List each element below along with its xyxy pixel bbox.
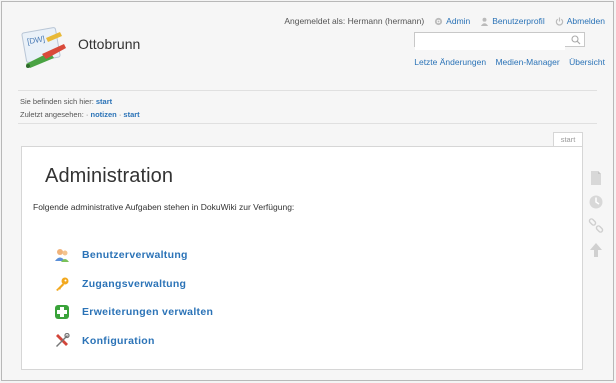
acl-manager-link[interactable]: Zugangsverwaltung xyxy=(82,278,186,290)
list-item: Zugangsverwaltung xyxy=(54,270,213,299)
list-item: Erweiterungen verwalten xyxy=(54,298,213,327)
site-title[interactable]: Ottobrunn xyxy=(78,36,140,52)
trace-link-start[interactable]: start xyxy=(123,110,139,119)
logged-in-label: Angemeldet als: Hermann (hermann) xyxy=(284,16,425,26)
user-icon xyxy=(481,17,489,26)
list-item: Konfiguration xyxy=(54,327,213,356)
search-input[interactable] xyxy=(415,37,565,50)
revisions-icon[interactable] xyxy=(588,194,604,210)
backlinks-icon[interactable] xyxy=(588,218,604,234)
page-id-tab: start xyxy=(553,132,583,146)
show-page-icon[interactable] xyxy=(588,170,604,186)
site-tools: Letzte Änderungen Medien-Manager Übersic… xyxy=(407,57,605,67)
trace-separator: · xyxy=(85,110,89,119)
recent-changes-link[interactable]: Letzte Änderungen xyxy=(414,57,486,67)
sitemap-link[interactable]: Übersicht xyxy=(569,57,605,67)
extension-manager-link[interactable]: Erweiterungen verwalten xyxy=(82,306,213,318)
trace-label: Zuletzt angesehen: xyxy=(20,110,84,119)
media-manager-link[interactable]: Medien-Manager xyxy=(495,57,559,67)
location-label: Sie befinden sich hier: xyxy=(20,97,94,106)
search-box[interactable] xyxy=(414,32,585,50)
user-manager-link[interactable]: Benutzerverwaltung xyxy=(82,249,188,261)
header-divider xyxy=(18,90,597,91)
trace: Zuletzt angesehen: · notizen · start xyxy=(20,110,140,119)
intro-text: Folgende administrative Aufgaben stehen … xyxy=(33,202,295,212)
plugin-icon xyxy=(55,305,69,320)
back-to-top-icon[interactable] xyxy=(588,242,604,258)
configuration-link[interactable]: Konfiguration xyxy=(82,335,155,347)
key-icon xyxy=(56,277,69,291)
tools-icon xyxy=(56,332,70,347)
browser-frame: [DW] Ottobrunn Angemeldet als: Hermann (… xyxy=(1,1,614,381)
gear-icon xyxy=(435,17,443,25)
power-icon xyxy=(555,16,563,25)
youarehere: Sie befinden sich hier: start xyxy=(20,97,112,106)
breadcrumb-divider xyxy=(18,123,597,124)
users-icon xyxy=(55,249,69,263)
trace-separator: · xyxy=(118,110,122,119)
user-tools: Angemeldet als: Hermann (hermann) Admin … xyxy=(284,16,605,26)
search-icon[interactable] xyxy=(571,35,581,45)
page-tools xyxy=(588,170,606,266)
page-content: Administration Folgende administrative A… xyxy=(21,146,583,370)
list-item: Benutzerverwaltung xyxy=(54,241,213,270)
admin-link[interactable]: Admin xyxy=(446,16,470,26)
page-title: Administration xyxy=(45,165,174,187)
location-link[interactable]: start xyxy=(96,97,112,106)
trace-link-notizen[interactable]: notizen xyxy=(90,110,116,119)
dokuwiki-logo[interactable]: [DW] xyxy=(20,24,70,70)
admin-task-list: Benutzerverwaltung Zugangsverwaltung Erw… xyxy=(54,241,213,355)
logout-link[interactable]: Abmelden xyxy=(567,16,605,26)
profile-link[interactable]: Benutzerprofil xyxy=(492,16,544,26)
